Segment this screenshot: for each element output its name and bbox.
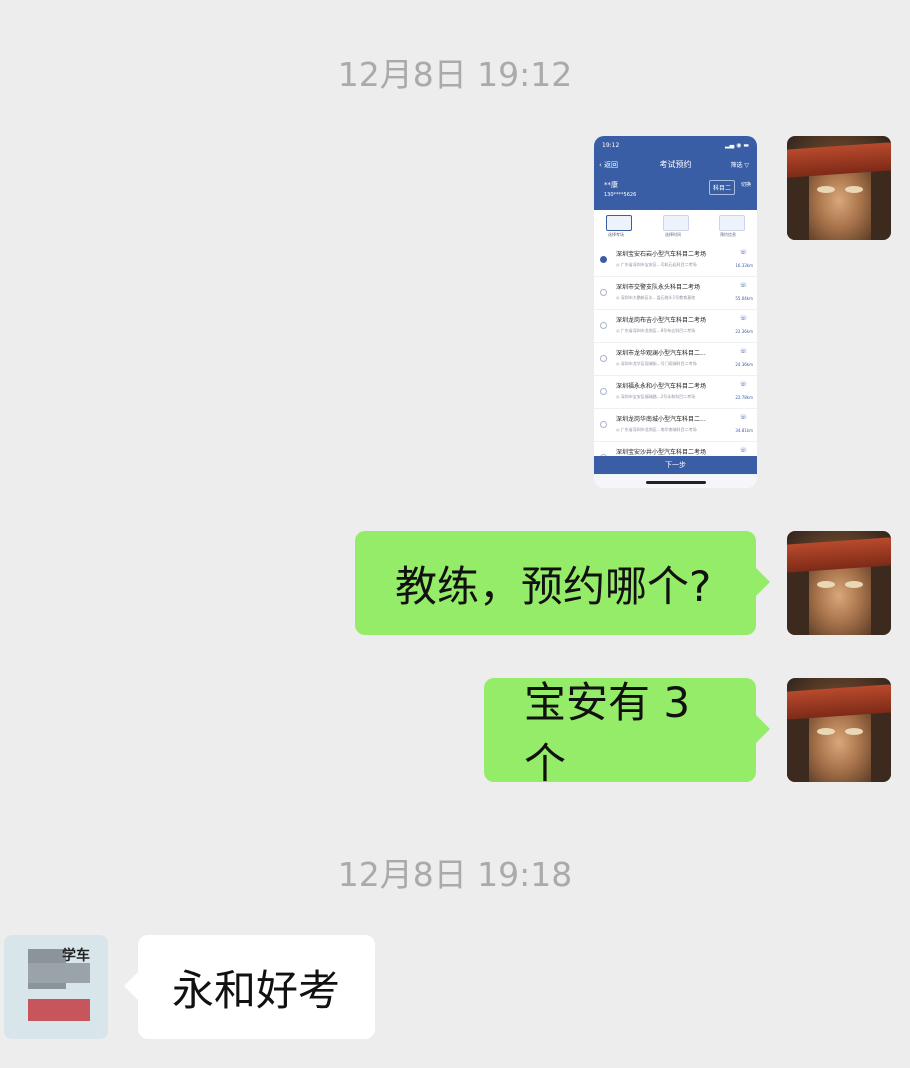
thumb-venue-dist: 55.04km: [735, 296, 753, 301]
thumb-venue-dist: 24.36km: [735, 362, 753, 367]
thumb-venue-addr: ◎ 广东省深圳市龙岗区...南华南城科目二考场: [616, 427, 697, 432]
timestamp: 12月8日 19:12: [337, 55, 573, 94]
timestamp: 12月8日 19:18: [337, 855, 573, 894]
avatar[interactable]: [787, 531, 891, 635]
thumb-venue-dist: 22.36km: [735, 329, 753, 334]
filter-icon: ▽: [744, 162, 749, 169]
thumb-venue-addr: ◎ 深圳市宝安区福瑞路...2号永和科目二考场: [616, 394, 696, 399]
signal-battery-icon: ▂▄ ◉ ▬: [725, 142, 749, 149]
phone-icon: ☏: [739, 414, 747, 421]
avatar[interactable]: 学车: [4, 935, 108, 1039]
thumb-venue-row: 深圳龙岗布吉小型汽车科目二考场 ☏ ◎ 广东省深圳市龙岗区...8号布吉科目二考场 2…: [594, 310, 757, 343]
phone-icon: ☏: [739, 315, 747, 322]
home-indicator: [646, 481, 706, 484]
thumb-step-label: 选择考场: [608, 232, 624, 237]
user-icon: [606, 215, 632, 231]
thumb-venue-dist: 22.78km: [735, 395, 753, 400]
radio-icon: [600, 289, 607, 296]
message-bubble-received[interactable]: 永和好考: [124, 935, 375, 1039]
radio-checked-icon: [600, 256, 607, 263]
thumb-step-label: 选择时间: [665, 232, 681, 237]
thumb-venue-name: 深圳市交警支队永头科目二考场: [616, 284, 701, 291]
avatar[interactable]: [787, 136, 891, 240]
thumb-venue-list: 深圳宝安石岩小型汽车科目二考场 ☏ ◎ 广东省深圳市宝安区...司机石岩科目二考场 1…: [594, 244, 757, 475]
thumb-user: **康: [604, 181, 618, 189]
radio-icon: [600, 388, 607, 395]
message-bubble-sent[interactable]: 教练，预约哪个?: [355, 531, 770, 635]
thumb-venue-row: 深圳宝安石岩小型汽车科目二考场 ☏ ◎ 广东省深圳市宝安区...司机石岩科目二考场 1…: [594, 244, 757, 277]
thumb-venue-dist: 16.33km: [735, 263, 753, 268]
clock-icon: [663, 215, 689, 231]
radio-icon: [600, 355, 607, 362]
thumb-venue-addr: ◎ 深圳市大鹏新区水...监石拖头1号教育基地: [616, 295, 696, 300]
thumb-phone: 130****5626: [604, 192, 637, 198]
thumb-header: 19:12 ▂▄ ◉ ▬ ‹ 返回 考试预约 筛选 ▽ **康 130****5…: [594, 136, 757, 210]
message-bubble-sent[interactable]: 宝安有 3 个: [484, 678, 770, 788]
phone-icon: ☏: [739, 348, 747, 355]
thumb-venue-row: 深圳福永永和小型汽车科目二考场 ☏ ◎ 深圳市宝安区福瑞路...2号永和科目二考场 2…: [594, 376, 757, 409]
thumb-venue-addr: ◎ 广东省深圳市宝安区...司机石岩科目二考场: [616, 262, 697, 267]
thumb-subject: 科目二: [708, 180, 735, 195]
phone-icon: ☏: [739, 447, 747, 454]
thumb-venue-row: 深圳市龙华观澜小型汽车科目二... ☏ ◎ 深圳市龙华区观澜街...号门观澜科目二考…: [594, 343, 757, 376]
thumb-venue-addr: ◎ 广东省深圳市龙岗区...8号布吉科目二考场: [616, 328, 696, 333]
phone-icon: ☏: [739, 282, 747, 289]
radio-icon: [600, 421, 607, 428]
phone-icon: ☏: [739, 249, 747, 256]
thumb-status-time: 19:12: [602, 142, 620, 149]
thumb-step-label: 预约信息: [720, 232, 736, 237]
thumb-next-button: 下一步: [594, 456, 757, 474]
thumb-steps: 选择考场 选择时间 预约信息: [594, 210, 757, 244]
image-message-thumbnail[interactable]: 19:12 ▂▄ ◉ ▬ ‹ 返回 考试预约 筛选 ▽ **康 130****5…: [594, 136, 757, 488]
thumb-venue-name: 深圳龙岗布吉小型汽车科目二考场: [616, 317, 707, 324]
avatar[interactable]: [787, 678, 891, 782]
thumb-switch: 切换: [740, 182, 751, 188]
avatar-text: 学车: [62, 948, 90, 964]
thumb-venue-name: 深圳龙岗华南城小型汽车科目二...: [616, 416, 706, 423]
thumb-venue-addr: ◎ 深圳市龙华区观澜街...号门观澜科目二考场: [616, 361, 697, 366]
thumb-venue-dist: 34.81km: [735, 428, 753, 433]
thumb-venue-name: 深圳宝安石岩小型汽车科目二考场: [616, 251, 707, 258]
thumb-venue-row: 深圳市交警支队永头科目二考场 ☏ ◎ 深圳市大鹏新区水...监石拖头1号教育基地 55…: [594, 277, 757, 310]
thumb-venue-name: 深圳宝安沙井小型汽车科目二考场: [616, 449, 707, 456]
thumb-venue-row: 深圳龙岗华南城小型汽车科目二... ☏ ◎ 广东省深圳市龙岗区...南华南城科目二考…: [594, 409, 757, 442]
radio-icon: [600, 322, 607, 329]
thumb-venue-name: 深圳市龙华观澜小型汽车科目二...: [616, 350, 706, 357]
thumb-filter: 筛选 ▽: [730, 162, 749, 169]
phone-icon: ☏: [739, 381, 747, 388]
calendar-icon: [719, 215, 745, 231]
thumb-venue-name: 深圳福永永和小型汽车科目二考场: [616, 383, 707, 390]
